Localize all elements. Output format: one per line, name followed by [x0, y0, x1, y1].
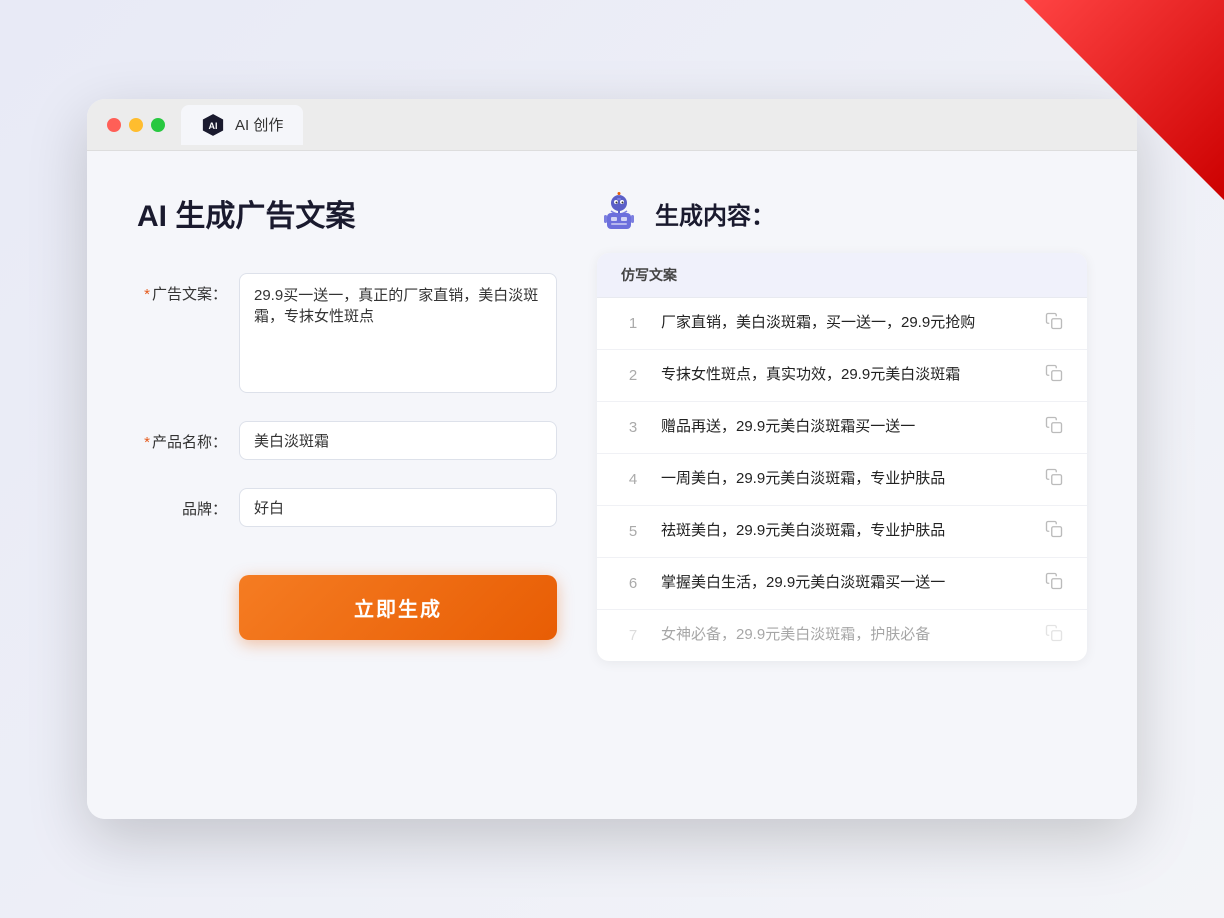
copy-icon[interactable]: [1045, 312, 1063, 335]
left-panel: AI 生成广告文案 *广告文案： 29.9买一送一，真正的厂家直销，美白淡斑霜，…: [137, 191, 557, 779]
result-row: 2 专抹女性斑点，真实功效，29.9元美白淡斑霜: [597, 350, 1087, 402]
robot-icon: [597, 191, 641, 235]
close-button[interactable]: [107, 118, 121, 132]
copy-icon[interactable]: [1045, 416, 1063, 439]
result-row: 1 厂家直销，美白淡斑霜，买一送一，29.9元抢购: [597, 298, 1087, 350]
brand-input[interactable]: 好白: [239, 488, 557, 527]
copy-icon[interactable]: [1045, 468, 1063, 491]
generate-button[interactable]: 立即生成: [239, 575, 557, 640]
copy-icon[interactable]: [1045, 624, 1063, 647]
row-text: 祛斑美白，29.9元美白淡斑霜，专业护肤品: [661, 520, 1029, 543]
copy-icon[interactable]: [1045, 364, 1063, 387]
row-number: 2: [621, 367, 645, 384]
ad-copy-label: *广告文案：: [137, 273, 227, 304]
result-row: 5 祛斑美白，29.9元美白淡斑霜，专业护肤品: [597, 506, 1087, 558]
ad-copy-required-star: *: [144, 286, 150, 303]
result-row: 7 女神必备，29.9元美白淡斑霜，护肤必备: [597, 610, 1087, 661]
result-row: 6 掌握美白生活，29.9元美白淡斑霜买一送一: [597, 558, 1087, 610]
row-text: 一周美白，29.9元美白淡斑霜，专业护肤品: [661, 468, 1029, 491]
row-text: 掌握美白生活，29.9元美白淡斑霜买一送一: [661, 572, 1029, 595]
results-column-header: 仿写文案: [597, 253, 1087, 298]
result-row: 3 赠品再送，29.9元美白淡斑霜买一送一: [597, 402, 1087, 454]
brand-label: 品牌：: [137, 488, 227, 519]
ad-copy-group: *广告文案： 29.9买一送一，真正的厂家直销，美白淡斑霜，专抹女性斑点: [137, 273, 557, 393]
copy-icon[interactable]: [1045, 520, 1063, 543]
page-title: AI 生成广告文案: [137, 191, 557, 235]
svg-text:AI: AI: [209, 120, 218, 130]
content-area: AI 生成广告文案 *广告文案： 29.9买一送一，真正的厂家直销，美白淡斑霜，…: [87, 151, 1137, 819]
maximize-button[interactable]: [151, 118, 165, 132]
row-text: 厂家直销，美白淡斑霜，买一送一，29.9元抢购: [661, 312, 1029, 335]
minimize-button[interactable]: [129, 118, 143, 132]
row-number: 4: [621, 471, 645, 488]
product-name-label: *产品名称：: [137, 421, 227, 452]
ad-copy-input[interactable]: 29.9买一送一，真正的厂家直销，美白淡斑霜，专抹女性斑点: [239, 273, 557, 393]
tab-label: AI 创作: [235, 114, 283, 135]
row-number: 3: [621, 419, 645, 436]
traffic-lights: [107, 118, 165, 132]
product-name-required-star: *: [144, 434, 150, 451]
row-text: 女神必备，29.9元美白淡斑霜，护肤必备: [661, 624, 1029, 647]
results-list: 1 厂家直销，美白淡斑霜，买一送一，29.9元抢购 2 专抹女性斑点，真实功效，29.…: [597, 298, 1087, 661]
result-row: 4 一周美白，29.9元美白淡斑霜，专业护肤品: [597, 454, 1087, 506]
product-name-group: *产品名称： 美白淡斑霜: [137, 421, 557, 460]
row-number: 7: [621, 627, 645, 644]
brand-group: 品牌： 好白: [137, 488, 557, 527]
ai-tab-icon: AI: [201, 113, 225, 137]
row-text: 专抹女性斑点，真实功效，29.9元美白淡斑霜: [661, 364, 1029, 387]
row-text: 赠品再送，29.9元美白淡斑霜买一送一: [661, 416, 1029, 439]
right-panel: 生成内容： 仿写文案 1 厂家直销，美白淡斑霜，买一送一，29.9元抢购 2 专抹女性…: [597, 191, 1087, 779]
results-header: 生成内容：: [597, 191, 1087, 235]
results-card: 仿写文案 1 厂家直销，美白淡斑霜，买一送一，29.9元抢购 2 专抹女性斑点，真实功…: [597, 253, 1087, 661]
product-name-input[interactable]: 美白淡斑霜: [239, 421, 557, 460]
titlebar: AI AI 创作: [87, 99, 1137, 151]
row-number: 1: [621, 315, 645, 332]
copy-icon[interactable]: [1045, 572, 1063, 595]
row-number: 6: [621, 575, 645, 592]
row-number: 5: [621, 523, 645, 540]
ai-tab[interactable]: AI AI 创作: [181, 105, 303, 145]
browser-window: AI AI 创作 AI 生成广告文案 *广告文案： 29.9买一送一，真正的厂家…: [87, 99, 1137, 819]
results-title: 生成内容：: [655, 196, 775, 231]
